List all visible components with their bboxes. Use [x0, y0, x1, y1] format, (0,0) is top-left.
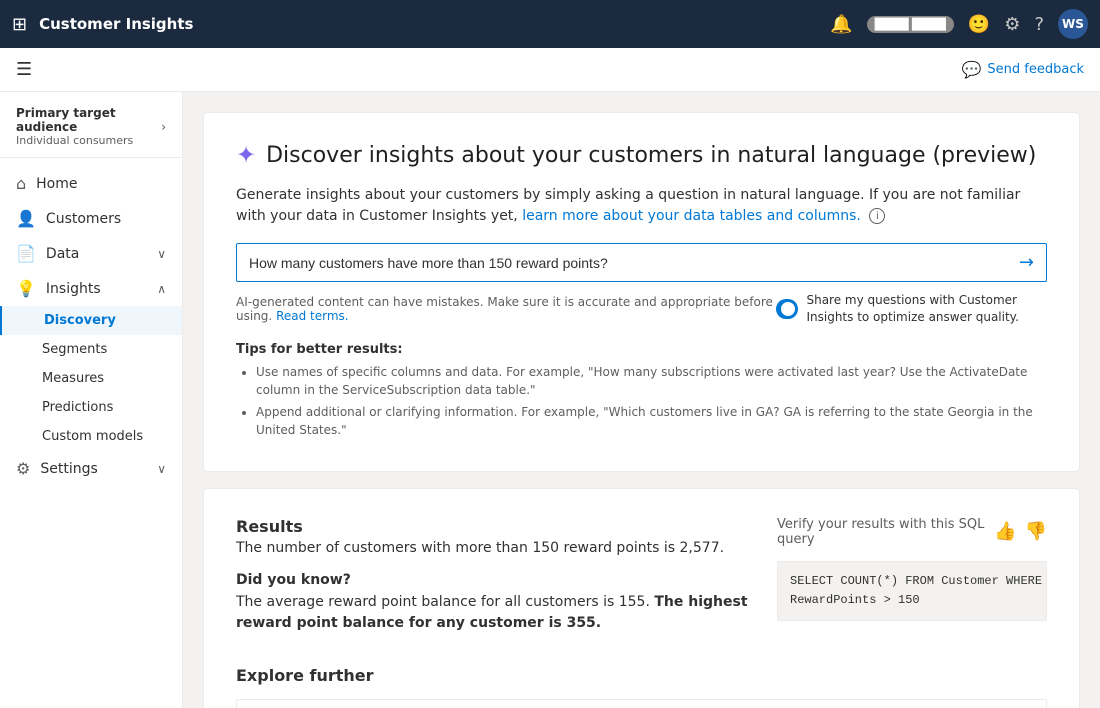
data-icon: 📄	[16, 244, 36, 263]
send-feedback-button[interactable]: 💬 Send feedback	[961, 60, 1084, 79]
share-toggle[interactable]	[776, 299, 799, 319]
sidebar: Primary target audience Individual consu…	[0, 92, 183, 708]
audience-sub: Individual consumers	[16, 134, 161, 147]
tip-2: Append additional or clarifying informat…	[256, 403, 1047, 439]
sql-code: SELECT COUNT(*) FROM Customer WHERE Rewa…	[777, 561, 1047, 621]
search-box: →	[236, 243, 1047, 282]
explore-section: Explore further 💡 What is the average am…	[236, 666, 1047, 708]
results-right: Verify your results with this SQL query …	[777, 517, 1047, 634]
info-icon[interactable]: i	[869, 208, 885, 224]
sidebar-item-custom-models[interactable]: Custom models	[0, 422, 182, 451]
sidebar-item-segments-label: Segments	[42, 342, 107, 357]
grid-icon[interactable]: ⊞	[12, 14, 27, 35]
insights-chevron: ∧	[157, 282, 166, 296]
did-you-know-text: The average reward point balance for all…	[236, 592, 757, 634]
discovery-header: ✦ Discover insights about your customers…	[236, 141, 1047, 169]
topbar: ⊞ Customer Insights 🔔 ████ ████ 🙂 ⚙ ? WS	[0, 0, 1100, 48]
avatar[interactable]: WS	[1058, 9, 1088, 39]
gear-icon[interactable]: ⚙	[1004, 14, 1020, 35]
data-chevron: ∨	[157, 247, 166, 261]
sidebar-item-insights-label: Insights	[46, 281, 101, 297]
explore-title: Explore further	[236, 666, 1047, 685]
disclaimer-row: AI-generated content can have mistakes. …	[236, 292, 1047, 326]
audience-label: Primary target audience	[16, 106, 161, 134]
user-badge: ████ ████	[867, 16, 954, 33]
sidebar-item-insights[interactable]: 💡 Insights ∧	[0, 271, 182, 306]
home-icon: ⌂	[16, 174, 26, 193]
tips-list: Use names of specific columns and data. …	[236, 363, 1047, 439]
audience-selector[interactable]: Primary target audience Individual consu…	[0, 92, 182, 158]
tips-section: Tips for better results: Use names of sp…	[236, 342, 1047, 439]
sidebar-nav: ⌂ Home 👤 Customers 📄 Data ∨ 💡 Insights ∧…	[0, 158, 182, 494]
sql-feedback: 👍 👎	[994, 521, 1047, 542]
settings-chevron: ∨	[157, 462, 166, 476]
sidebar-item-customers[interactable]: 👤 Customers	[0, 201, 182, 236]
insights-icon: 💡	[16, 279, 36, 298]
bell-icon[interactable]: 🔔	[830, 14, 852, 35]
app-title: Customer Insights	[39, 15, 818, 33]
disclaimer-text: AI-generated content can have mistakes. …	[236, 295, 776, 323]
sidebar-item-home-label: Home	[36, 176, 77, 192]
sidebar-item-predictions-label: Predictions	[42, 400, 113, 415]
discovery-description: Generate insights about your customers b…	[236, 185, 1047, 227]
sidebar-item-settings-label: Settings	[40, 461, 97, 477]
audience-chevron: ›	[161, 120, 166, 134]
read-terms-link[interactable]: Read terms.	[276, 309, 349, 323]
sidebar-item-home[interactable]: ⌂ Home	[0, 166, 182, 201]
sidebar-item-settings[interactable]: ⚙ Settings ∨	[0, 451, 182, 486]
results-card: Results The number of customers with mor…	[203, 488, 1080, 708]
smiley-icon[interactable]: 🙂	[968, 14, 990, 35]
sidebar-item-data-label: Data	[46, 246, 79, 262]
sidebar-item-custom-models-label: Custom models	[42, 429, 143, 444]
sidebar-item-measures[interactable]: Measures	[0, 364, 182, 393]
sidebar-item-segments[interactable]: Segments	[0, 335, 182, 364]
feedback-label: Send feedback	[987, 62, 1084, 77]
tips-title: Tips for better results:	[236, 342, 1047, 357]
settings-icon: ⚙	[16, 459, 30, 478]
thumbs-down-icon[interactable]: 👎	[1025, 521, 1047, 542]
explore-item-1[interactable]: 💡 What is the average amount of reward p…	[236, 699, 1047, 708]
topbar-right: 🔔 ████ ████ 🙂 ⚙ ? WS	[830, 9, 1088, 39]
feedback-icon: 💬	[961, 60, 981, 79]
sidebar-item-customers-label: Customers	[46, 211, 121, 227]
share-label: Share my questions with Customer Insight…	[806, 292, 1047, 326]
help-icon[interactable]: ?	[1034, 14, 1044, 35]
sidebar-item-discovery[interactable]: Discovery	[0, 306, 182, 335]
thumbs-up-icon[interactable]: 👍	[994, 521, 1016, 542]
results-summary: The number of customers with more than 1…	[236, 540, 757, 556]
learn-more-link[interactable]: learn more about your data tables and co…	[522, 208, 861, 224]
share-toggle-row: Share my questions with Customer Insight…	[776, 292, 1047, 326]
layout: Primary target audience Individual consu…	[0, 92, 1100, 708]
search-submit-icon[interactable]: →	[1019, 252, 1034, 273]
results-left: Results The number of customers with mor…	[236, 517, 757, 634]
results-main: Results The number of customers with mor…	[236, 517, 1047, 634]
results-header: Results	[236, 517, 757, 536]
secondbar: ☰ 💬 Send feedback	[0, 48, 1100, 92]
discovery-title: Discover insights about your customers i…	[266, 143, 1036, 168]
sidebar-item-predictions[interactable]: Predictions	[0, 393, 182, 422]
did-you-know-title: Did you know?	[236, 572, 757, 588]
tip-1: Use names of specific columns and data. …	[256, 363, 1047, 399]
sidebar-item-data[interactable]: 📄 Data ∨	[0, 236, 182, 271]
search-input[interactable]	[249, 255, 1019, 271]
sidebar-item-measures-label: Measures	[42, 371, 104, 386]
sidebar-item-discovery-label: Discovery	[44, 313, 116, 328]
discovery-card: ✦ Discover insights about your customers…	[203, 112, 1080, 472]
sql-verify-label: Verify your results with this SQL query	[777, 517, 994, 547]
main-content: ✦ Discover insights about your customers…	[183, 92, 1100, 708]
sparkle-icon: ✦	[236, 141, 256, 169]
hamburger-icon[interactable]: ☰	[16, 59, 32, 80]
customers-icon: 👤	[16, 209, 36, 228]
